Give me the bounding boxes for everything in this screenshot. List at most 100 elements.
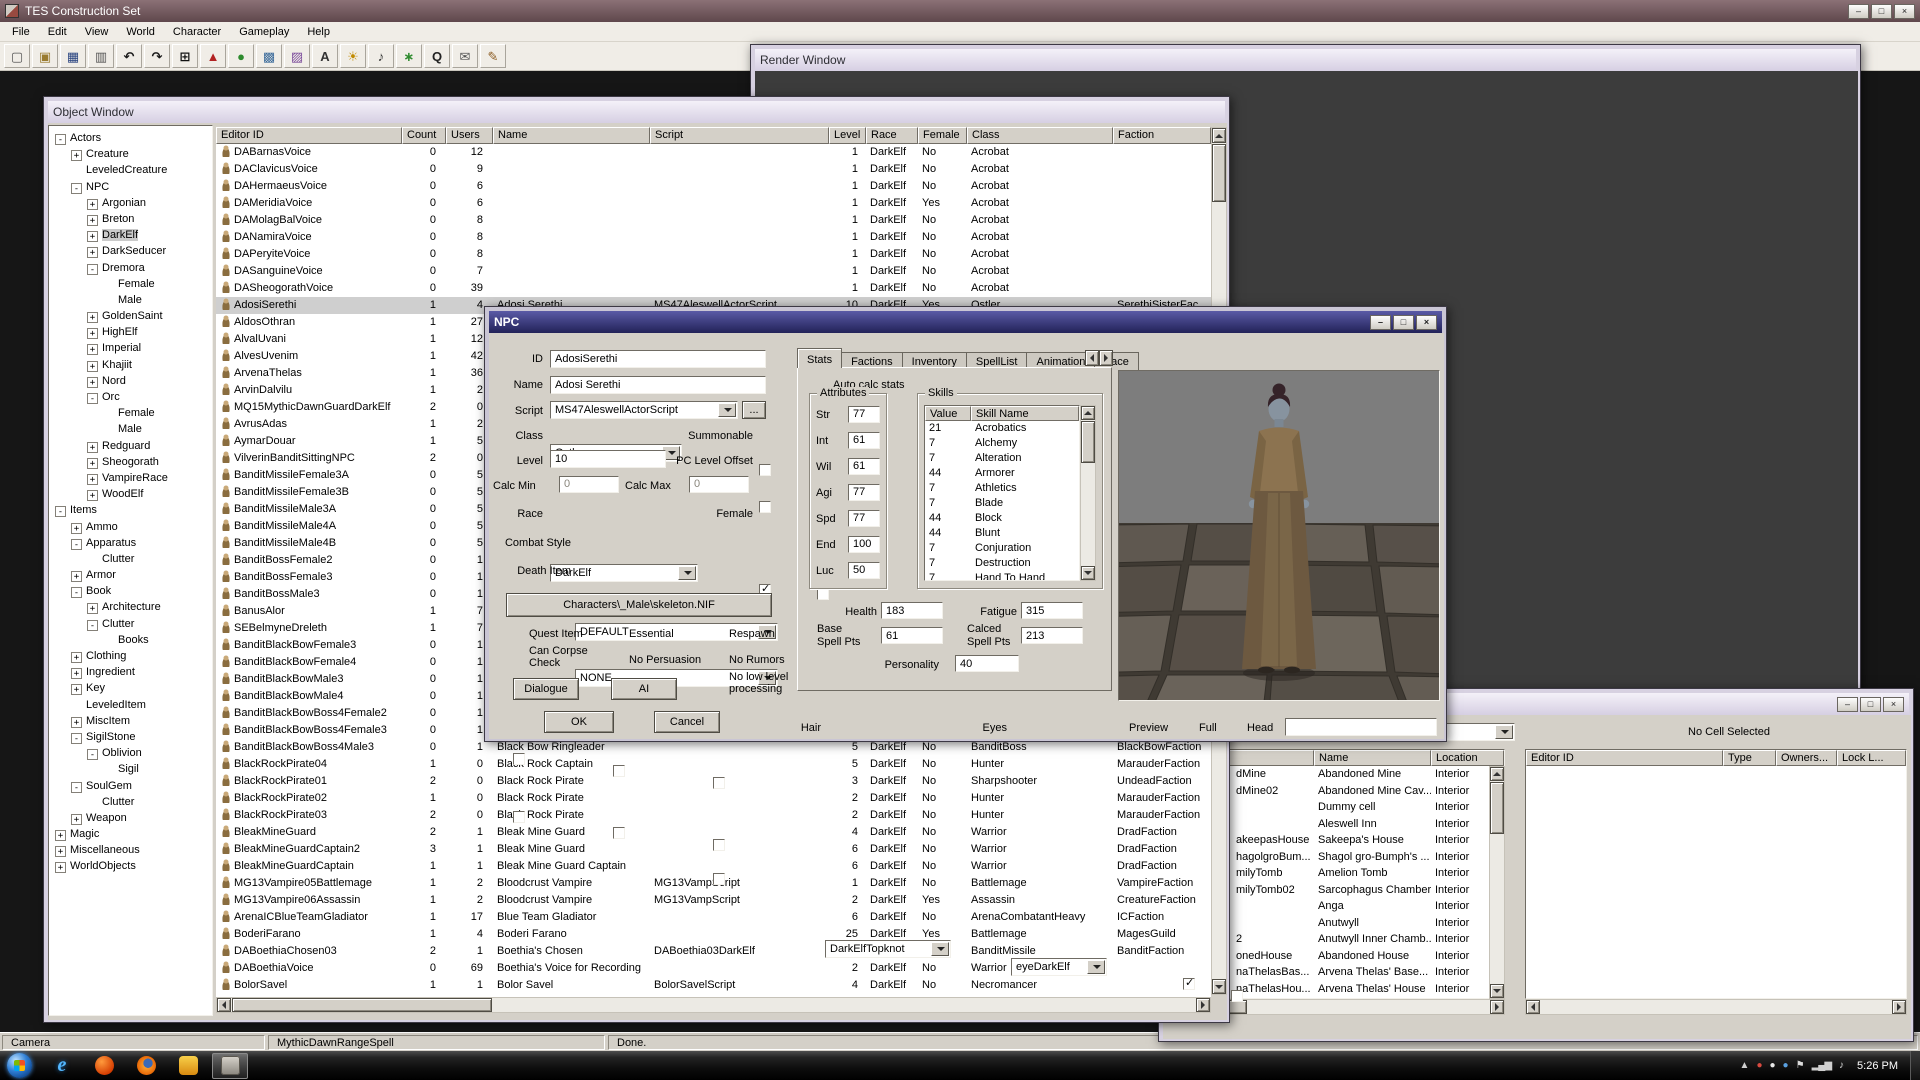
light-icon[interactable]: ☀ xyxy=(340,44,366,68)
table-row[interactable]: BlackRockPirate03 2 0 Black Rock Pirate … xyxy=(216,807,1211,824)
new-file-icon[interactable]: ▢ xyxy=(4,44,30,68)
table-row[interactable]: ArenaICBlueTeamGladiator 1 17 Blue Team … xyxy=(216,909,1211,926)
tab-scroll-right-icon[interactable] xyxy=(1099,350,1113,366)
tree-item[interactable]: - Oblivion xyxy=(49,745,212,761)
column-header-female[interactable]: Female xyxy=(918,127,967,144)
auto-calc-stats-checkbox[interactable] xyxy=(817,588,829,600)
close-button[interactable]: × xyxy=(1883,696,1904,712)
tree-item[interactable]: Sigil xyxy=(49,761,212,777)
base-spell-pts-field[interactable] xyxy=(881,627,943,644)
skill-row[interactable]: 21 Acrobatics xyxy=(925,421,1079,436)
attribute-field[interactable]: 77 xyxy=(848,484,880,501)
tree-item[interactable]: + Argonian xyxy=(49,195,212,211)
tree-item[interactable]: + Creature xyxy=(49,146,212,162)
column-header-users[interactable]: Users xyxy=(446,127,493,144)
tree-item[interactable]: + Redguard xyxy=(49,438,212,454)
attribute-field[interactable]: 77 xyxy=(848,510,880,527)
hair-select[interactable]: DarkElfTopknot xyxy=(825,940,951,958)
redo-icon[interactable]: ↷ xyxy=(144,44,170,68)
table-row[interactable]: DAMolagBalVoice 0 8 1 DarkElf No Acrobat xyxy=(216,212,1211,229)
attribute-field[interactable]: 61 xyxy=(848,432,880,449)
tray-update-icon[interactable]: ● xyxy=(1770,1060,1776,1071)
summonable-checkbox[interactable] xyxy=(759,464,771,476)
tree-item[interactable]: + Ingredient xyxy=(49,664,212,680)
close-button[interactable]: × xyxy=(1416,314,1437,330)
can-corpse-check-checkbox[interactable] xyxy=(513,811,525,823)
tree-item[interactable]: + Weapon xyxy=(49,810,212,826)
tray-shield-icon[interactable]: ● xyxy=(1756,1060,1762,1071)
column-header-object-editor-id[interactable]: Editor ID xyxy=(1526,750,1723,766)
tree-expand-icon[interactable]: - xyxy=(71,587,82,599)
skill-row[interactable]: 7 Athletics xyxy=(925,481,1079,496)
dialogue-button[interactable]: Dialogue xyxy=(513,678,579,700)
tree-item[interactable]: - Dremora xyxy=(49,260,212,276)
open-folder-icon[interactable]: ▣ xyxy=(32,44,58,68)
skill-row[interactable]: 44 Armorer xyxy=(925,466,1079,481)
tree-item[interactable]: + Ammo xyxy=(49,519,212,535)
skill-row[interactable]: 44 Block xyxy=(925,511,1079,526)
tree-item[interactable]: Female xyxy=(49,405,212,421)
tree-item[interactable]: - SoulGem xyxy=(49,778,212,794)
media-player-icon[interactable] xyxy=(86,1053,122,1079)
object-window-titlebar[interactable]: Object Window xyxy=(48,101,1225,123)
edit-icon[interactable]: ✎ xyxy=(480,44,506,68)
start-button[interactable] xyxy=(7,1053,32,1078)
firefox-icon[interactable] xyxy=(128,1053,164,1079)
tree-item[interactable]: + WoodElf xyxy=(49,486,212,502)
skill-row[interactable]: 7 Hand To Hand xyxy=(925,571,1079,580)
column-header-object-owners[interactable]: Owners... xyxy=(1776,750,1837,766)
personality-field[interactable] xyxy=(955,655,1019,672)
tree-expand-icon[interactable]: + xyxy=(71,813,82,825)
region-icon[interactable]: ▨ xyxy=(284,44,310,68)
health-field[interactable] xyxy=(881,602,943,619)
tree-item[interactable]: - NPC xyxy=(49,179,212,195)
level-field[interactable] xyxy=(550,450,666,468)
tree-expand-icon[interactable]: + xyxy=(71,716,82,728)
tree-expand-icon[interactable]: + xyxy=(87,490,98,502)
table-row[interactable]: BolorSavel 1 1 Bolor Savel BolorSavelScr… xyxy=(216,977,1211,994)
essential-checkbox[interactable] xyxy=(613,765,625,777)
tree-expand-icon[interactable]: + xyxy=(87,214,98,226)
column-header-count[interactable]: Count xyxy=(402,127,446,144)
tree-expand-icon[interactable]: + xyxy=(71,652,82,663)
tree-item[interactable]: - Orc xyxy=(49,389,212,405)
minimize-button[interactable]: – xyxy=(1837,696,1858,712)
tree-item[interactable]: + Architecture xyxy=(49,599,212,615)
table-row[interactable]: BoderiFarano 1 4 Boderi Farano 25 DarkEl… xyxy=(216,926,1211,943)
attribute-field[interactable]: 77 xyxy=(848,406,880,423)
no-persuasion-checkbox[interactable] xyxy=(613,827,625,839)
column-header-skill-value[interactable]: Value xyxy=(925,406,971,421)
table-row[interactable]: DAPeryiteVoice 0 8 1 DarkElf No Acrobat xyxy=(216,246,1211,263)
no-low-level-checkbox[interactable] xyxy=(713,873,725,885)
tree-item[interactable]: + Magic xyxy=(49,826,212,842)
dialogue-icon[interactable]: ✉ xyxy=(452,44,478,68)
skill-row[interactable]: 7 Blade xyxy=(925,496,1079,511)
tree-item[interactable]: Male xyxy=(49,421,212,437)
race-select[interactable]: DarkElf xyxy=(550,564,698,582)
menu-item[interactable]: File xyxy=(3,23,39,41)
no-rumors-checkbox[interactable] xyxy=(713,839,725,851)
npc-3d-preview[interactable] xyxy=(1118,370,1440,701)
calced-spell-pts-field[interactable] xyxy=(1021,627,1083,644)
tree-item[interactable]: Female xyxy=(49,276,212,292)
sort-icon[interactable]: A xyxy=(312,44,338,68)
sound-icon[interactable]: ♪ xyxy=(368,44,394,68)
tree-expand-icon[interactable]: - xyxy=(87,263,98,275)
tree-expand-icon[interactable]: + xyxy=(71,684,82,696)
column-header-name[interactable]: Name xyxy=(493,127,650,144)
tree-expand-icon[interactable]: - xyxy=(87,393,98,404)
tree-expand-icon[interactable]: - xyxy=(71,538,82,550)
tree-expand-icon[interactable]: + xyxy=(71,150,82,162)
ok-button[interactable]: OK xyxy=(544,711,614,733)
tree-expand-icon[interactable]: - xyxy=(55,506,66,518)
tree-expand-icon[interactable]: + xyxy=(87,328,98,340)
object-list-horizontal-scrollbar[interactable] xyxy=(1525,999,1907,1015)
cell-list-vertical-scrollbar[interactable] xyxy=(1489,766,1505,999)
tree-expand-icon[interactable]: + xyxy=(55,862,66,874)
internet-explorer-icon[interactable]: e xyxy=(44,1053,80,1079)
skills-vertical-scrollbar[interactable] xyxy=(1080,405,1096,581)
skill-row[interactable]: 7 Destruction xyxy=(925,556,1079,571)
eyes-select[interactable]: eyeDarkElf xyxy=(1011,958,1107,976)
keyboard-flag-icon[interactable]: ⚑ xyxy=(1796,1060,1805,1071)
grid-snap-icon[interactable]: ⊞ xyxy=(172,44,198,68)
